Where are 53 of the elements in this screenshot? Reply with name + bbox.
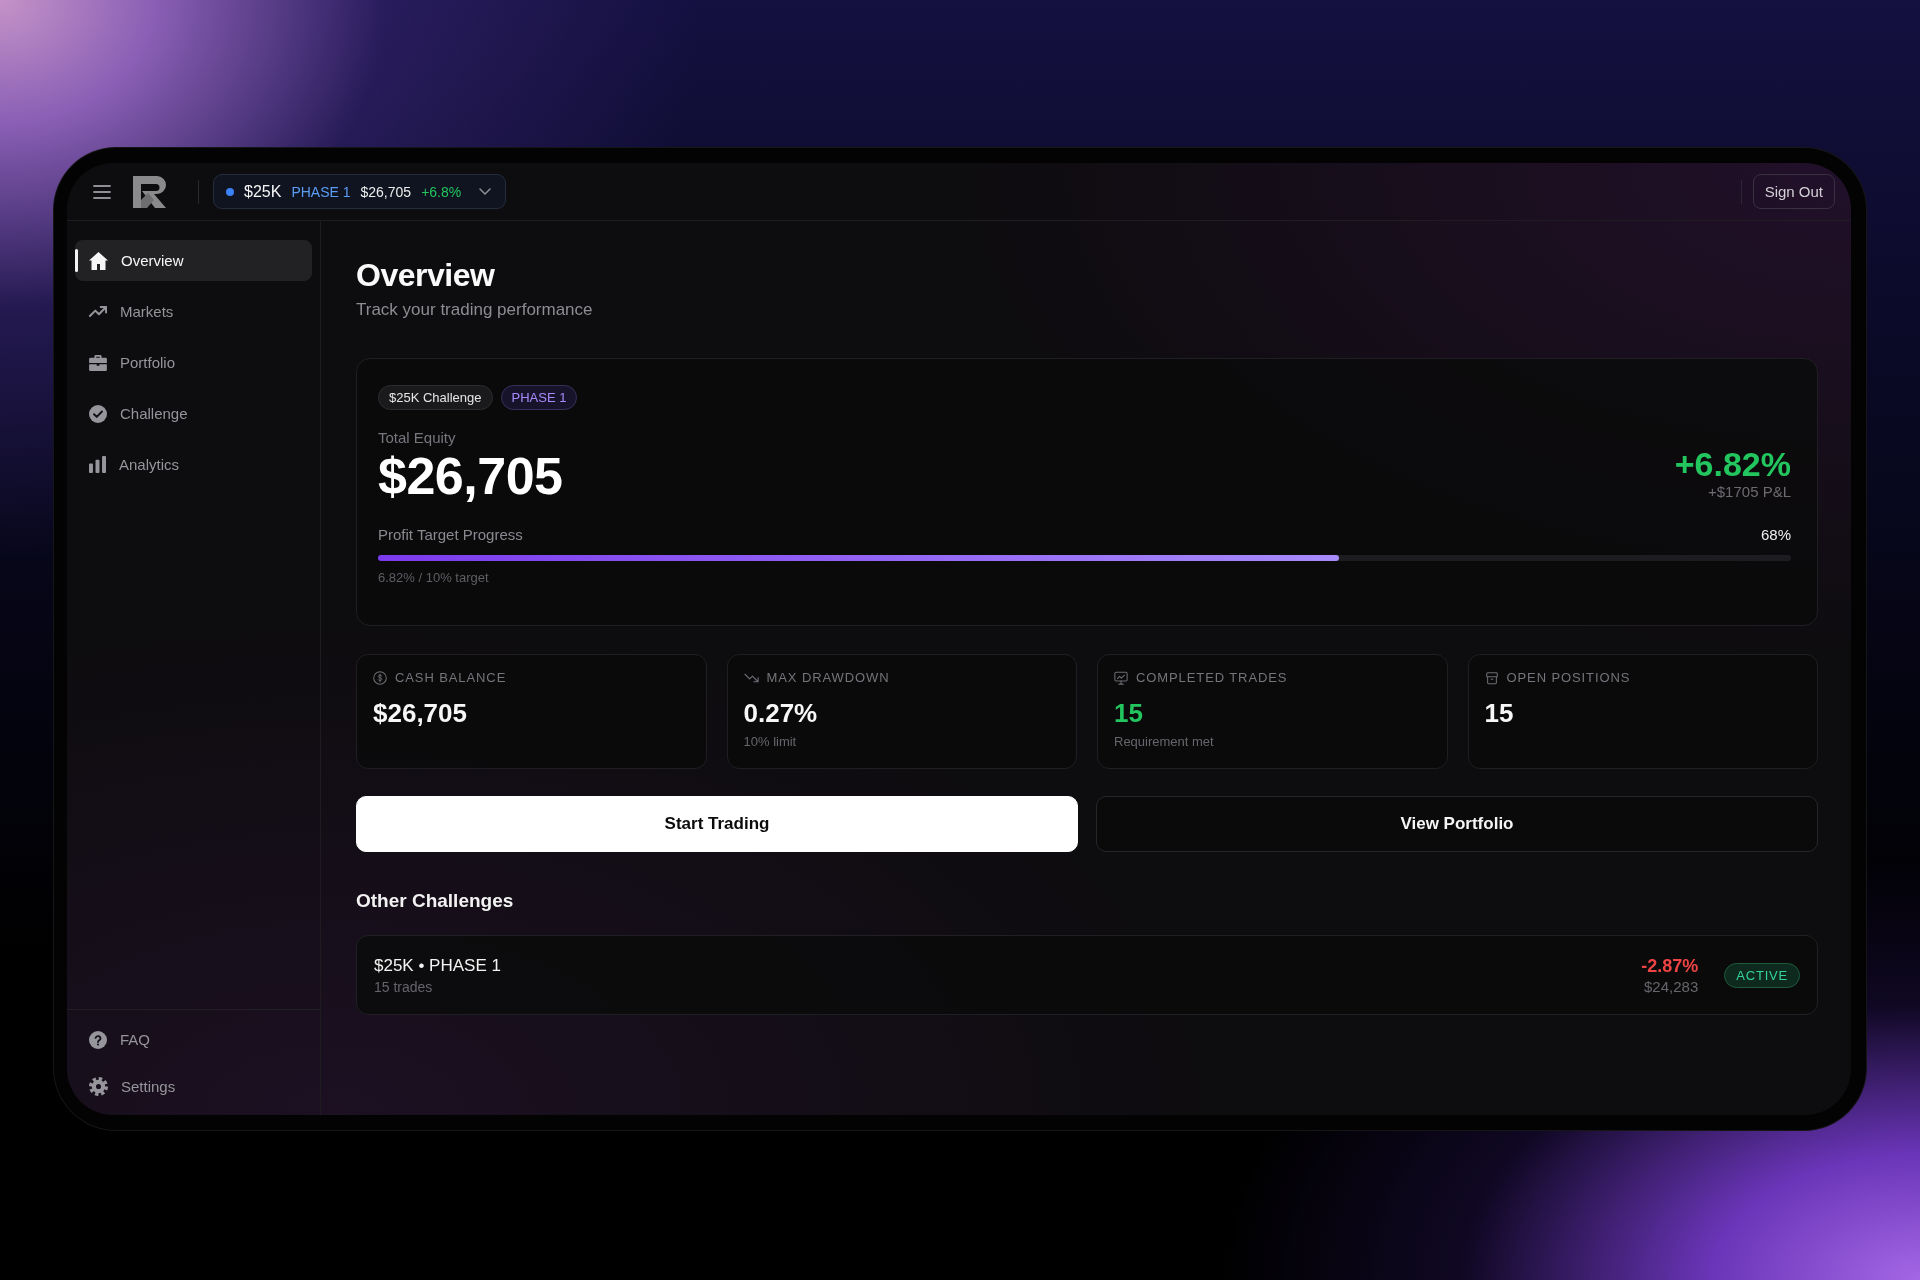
page-title: Overview [356,256,496,294]
sidebar-item[interactable]: Markets [75,291,312,332]
sidebar-item[interactable]: Portfolio [75,342,312,383]
sign-out-button[interactable]: Sign Out [1752,174,1835,209]
equity-label: Total Equity [378,428,457,447]
stat-label: MAX DRAWDOWN [766,670,890,686]
page-subtitle: Track your trading performance [356,299,594,321]
bar-chart-icon [89,456,106,473]
check-circle-icon [89,404,107,423]
start-trading-button[interactable]: Start Trading [356,796,1078,852]
progress-label: Profit Target Progress [378,526,523,544]
trade-count: 15 trades [374,977,434,996]
sidebar-item[interactable]: Analytics [75,444,312,485]
challenge-tag: $25K Challenge [378,385,493,410]
sidebar-item[interactable]: Overview [75,240,312,281]
menu-icon[interactable] [93,184,111,199]
sidebar-item[interactable]: FAQ [75,1019,312,1060]
phase-tag: PHASE 1 [500,385,578,410]
sidebar-item[interactable]: Settings [75,1066,312,1107]
stat-value: 0.27% [743,698,819,728]
view-portfolio-button[interactable]: View Portfolio [1096,796,1818,852]
stat-value: 15 [1484,698,1515,728]
challenge-row[interactable]: $25K • PHASE 1 15 trades -2.87% $24,283 ACTIVE [356,935,1818,1015]
briefcase-icon [89,354,107,371]
pnl-text: +$1705 P&L [1708,483,1791,501]
stat-value: 15 [1114,698,1144,728]
chevron-down-icon [479,188,492,195]
stat-value: $26,705 [373,698,468,728]
challenge-name: $25K • PHASE 1 [374,954,502,977]
sidebar-item[interactable]: Challenge [75,393,312,434]
account-switcher[interactable]: $25K PHASE 1 $26,705 +6.8% [213,174,507,209]
stat-label: CASH BALANCE [395,670,507,686]
chart-board-icon [1114,671,1128,685]
logo-icon [133,175,169,208]
trend-up-icon [89,306,107,317]
stat-note: 10% limit [743,734,798,750]
stat-label: OPEN POSITIONS [1506,670,1631,686]
home-icon [89,251,108,270]
challenge-balance: $24,283 [1644,977,1699,996]
equity-value: $26,705 [378,447,563,505]
stat-note: Requirement met [1114,734,1215,750]
challenge-change: -2.87% [1641,954,1699,977]
help-icon [89,1030,107,1049]
trend-down-icon [743,673,759,683]
stat-label: COMPLETED TRADES [1136,670,1288,686]
status-badge: ACTIVE [1724,962,1800,988]
equity-change: +6.82% [1674,445,1791,483]
progress-caption: 6.82% / 10% target [378,570,490,586]
progress-reading: 68% [1760,526,1791,544]
section-heading: Other Challenges [356,889,515,913]
settings-icon [89,1077,108,1096]
box-icon [1484,671,1499,685]
dollar-icon [373,671,387,685]
